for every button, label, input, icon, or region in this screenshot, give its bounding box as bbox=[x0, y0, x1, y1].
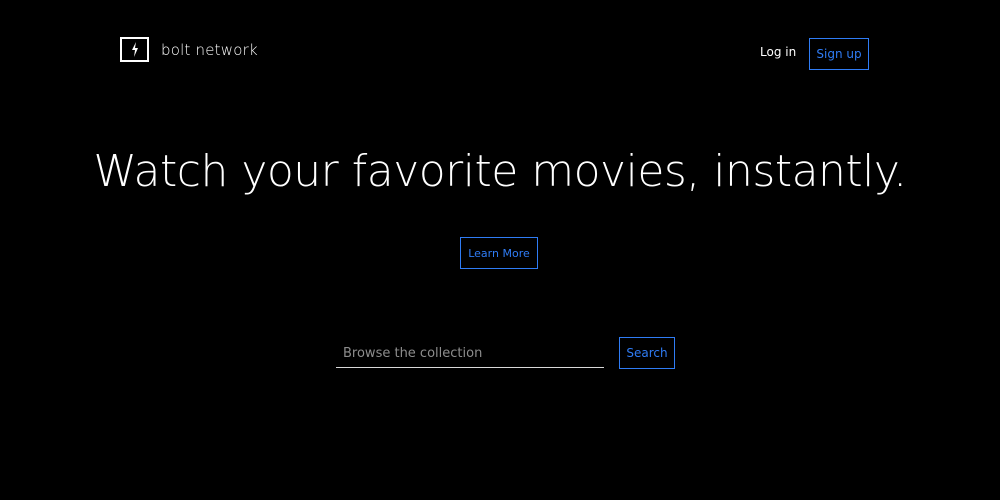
landing-page: bolt network Log in Sign up Watch your f… bbox=[0, 0, 1000, 500]
hero-headline: Watch your favorite movies, instantly. bbox=[93, 146, 907, 197]
login-link[interactable]: Log in bbox=[760, 45, 796, 59]
lightning-bolt-icon bbox=[120, 37, 149, 62]
search-input[interactable] bbox=[336, 340, 604, 368]
search-button[interactable]: Search bbox=[619, 337, 675, 369]
brand-name: bolt network bbox=[161, 40, 258, 59]
sign-up-button[interactable]: Sign up bbox=[809, 38, 869, 70]
brand-logo[interactable]: bolt network bbox=[120, 37, 258, 62]
learn-more-button[interactable]: Learn More bbox=[460, 237, 538, 269]
